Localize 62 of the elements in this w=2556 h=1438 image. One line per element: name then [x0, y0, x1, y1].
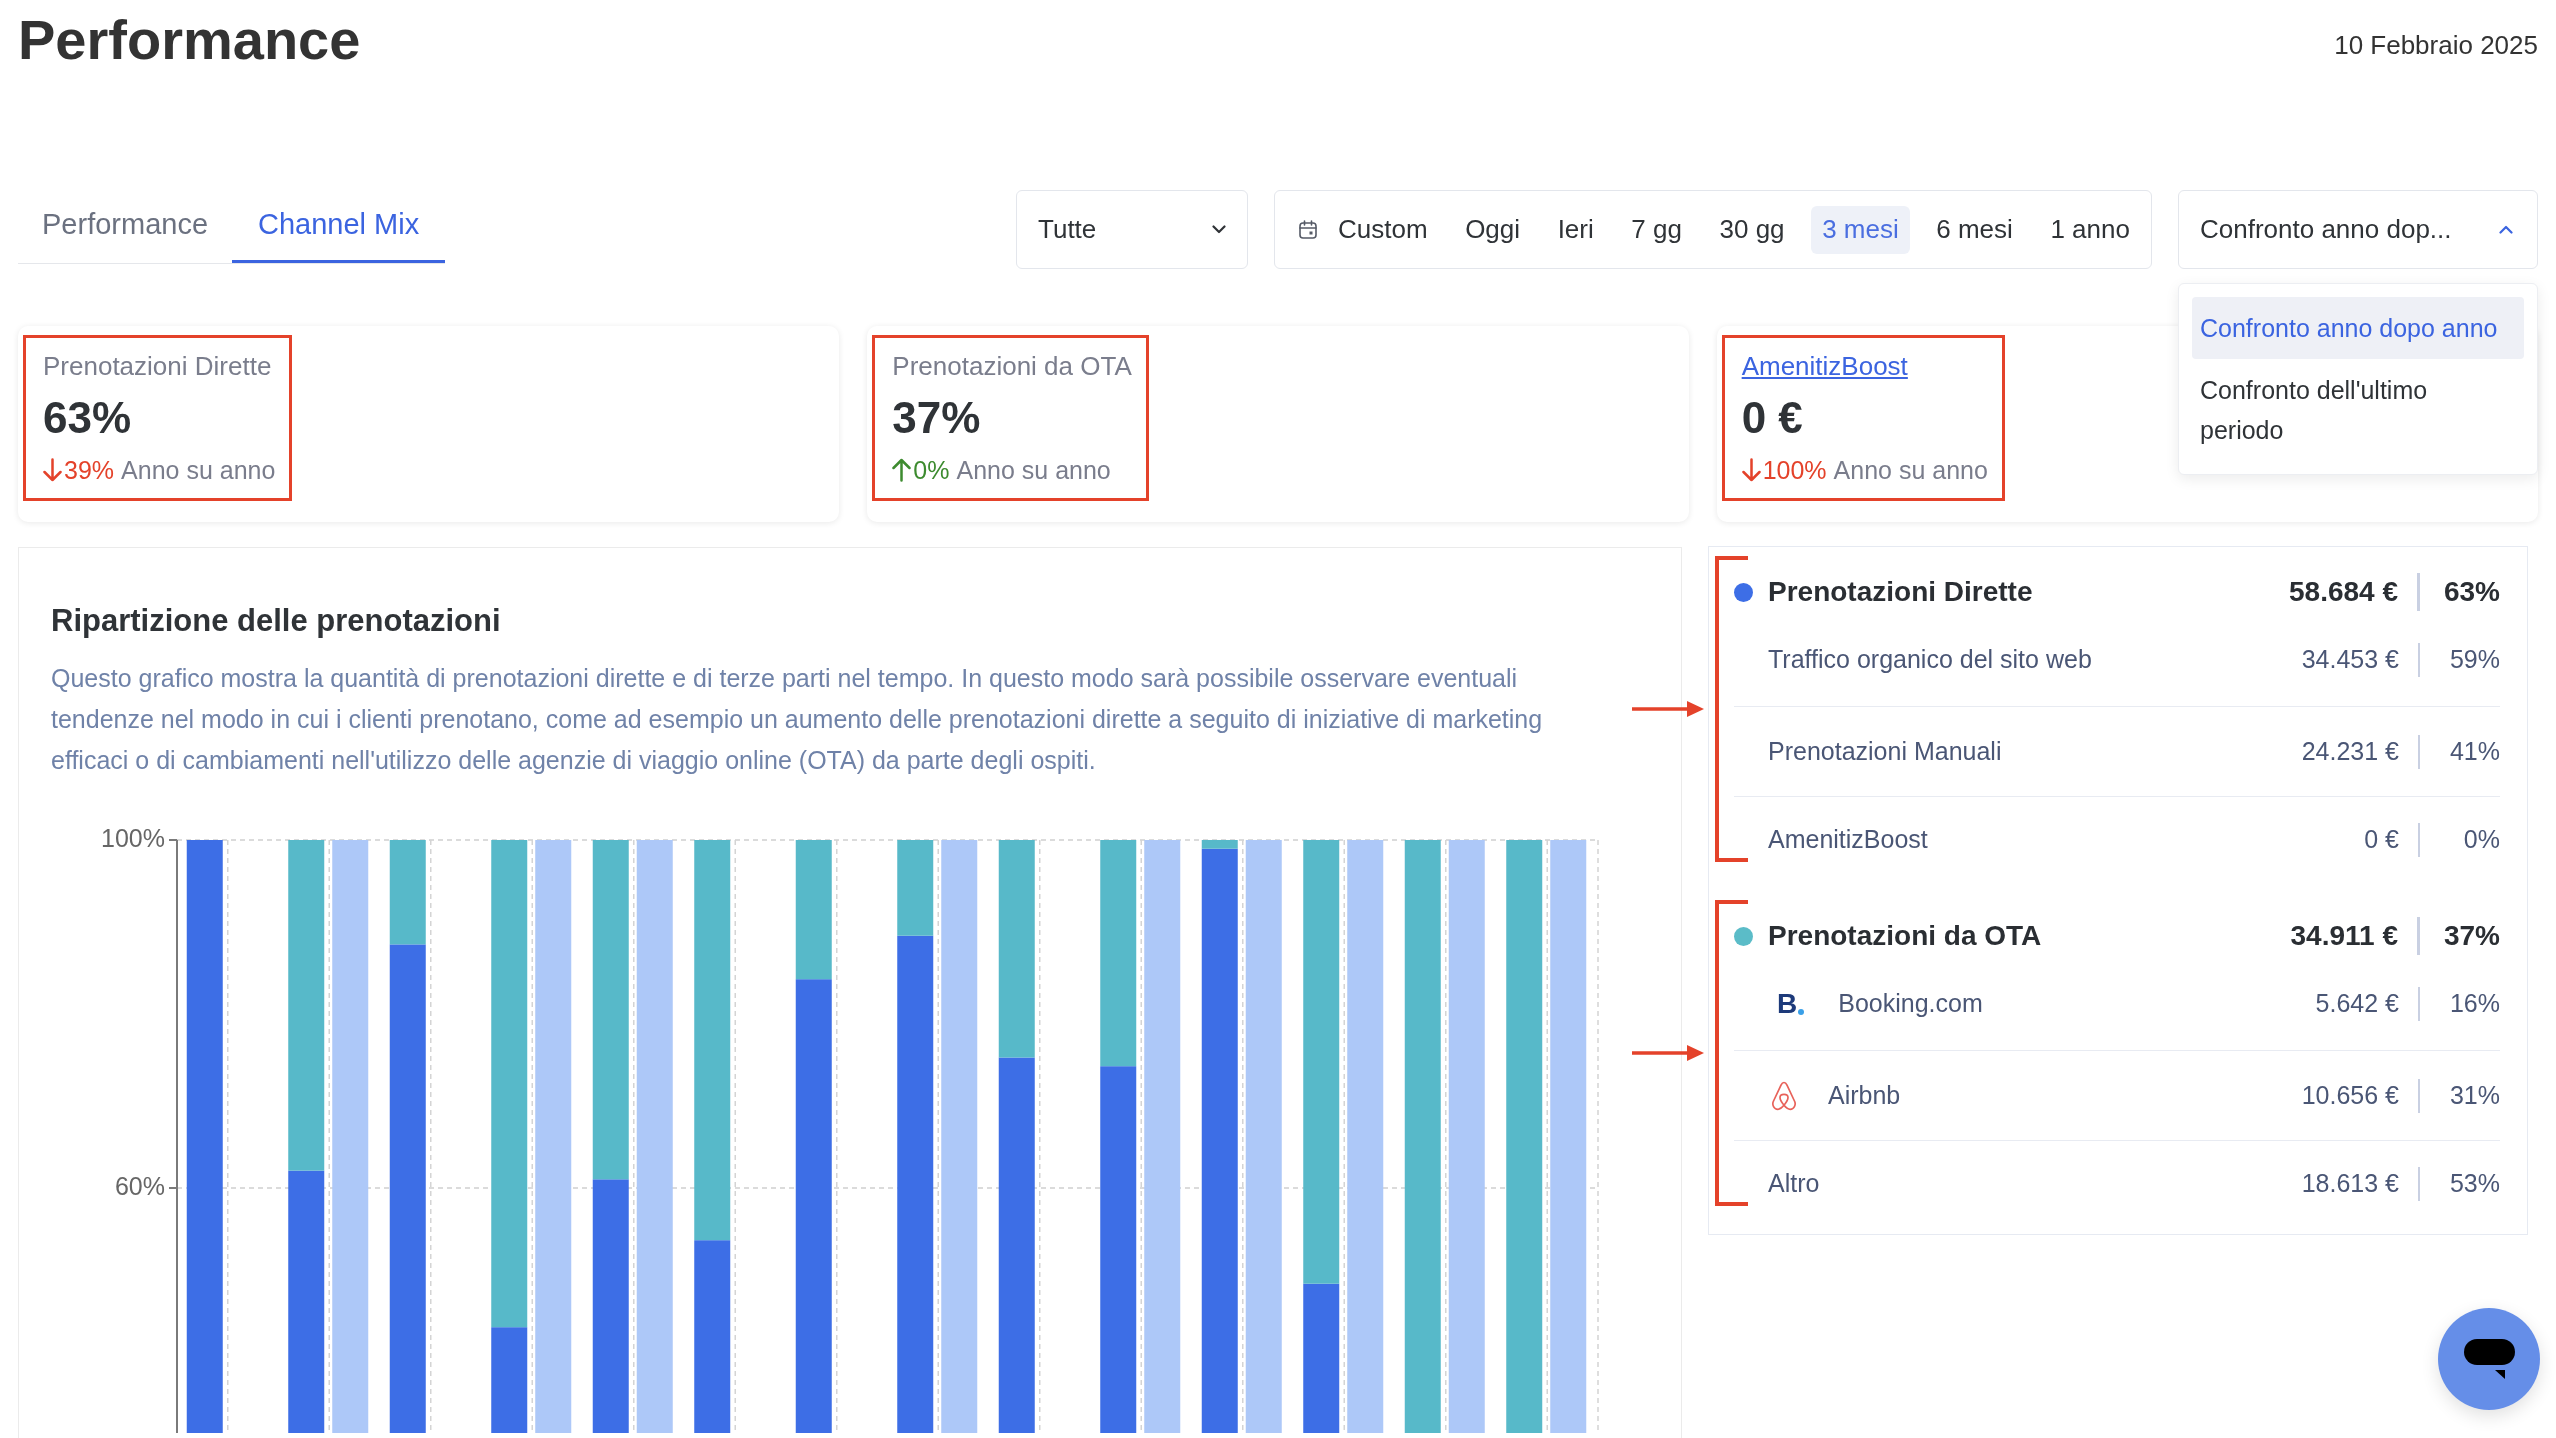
kpi-value: 63% — [43, 392, 133, 444]
pointer-arrow — [1632, 1043, 1704, 1063]
kpi-change: 100% — [1762, 455, 1827, 486]
channel-amount: 24.231 € — [2301, 735, 2399, 767]
chart-description: Questo grafico mostra la quantità di prenotazioni dirette e di terze parti nel tempo. In questo modo sarà possibile osservare eventuali tendenze nel modo in cui i clienti prenotano, come ad esempio un aumento delle prenotazioni dirette a seguito di iniziative di marketing efficaci o di cambiamenti nell'utilizzo delle agenzie di viaggio online (OTA) da parte degli ospiti. — [51, 663, 1544, 776]
comparison-select[interactable]: Confronto anno dop... — [2178, 190, 2538, 269]
channel-label: Prenotazioni Manuali — [1768, 735, 2002, 767]
chart-title: Ripartizione delle prenotazioni — [51, 602, 502, 640]
date-preset[interactable]: Ieri — [1546, 205, 1605, 254]
page-title: Performance — [18, 8, 361, 72]
channel-label: AmenitizBoost — [1768, 823, 1928, 855]
group-title: Prenotazioni da OTA — [1768, 919, 2042, 953]
channel-share: 31% — [2448, 1079, 2500, 1111]
channel-label: Traffico organico del sito web — [1768, 644, 2092, 676]
axis-tick-label: 100% — [101, 825, 165, 852]
chat-bubble-icon — [2463, 1339, 2515, 1379]
calendar-icon — [1299, 220, 1317, 239]
date-preset[interactable]: 7 gg — [1620, 205, 1693, 254]
group-amount: 58.684 € — [2289, 575, 2398, 609]
report-date: 10 Febbraio 2025 — [2334, 30, 2538, 60]
channel-share: 59% — [2448, 644, 2500, 676]
date-preset[interactable]: Oggi — [1454, 205, 1532, 254]
kpi-label: Prenotazioni da OTA — [892, 350, 1132, 382]
kpi-change: 39% — [64, 455, 115, 486]
airbnb-logo-icon — [1770, 1080, 1798, 1111]
date-preset[interactable]: 1 anno — [2039, 205, 2141, 254]
kpi-value: 0 € — [1741, 392, 1804, 444]
channel-share: 53% — [2448, 1167, 2500, 1199]
kpi-change: 0% — [913, 455, 950, 486]
menu-option[interactable]: Confronto dell'ultimo periodo — [2192, 359, 2524, 461]
group-amount: 34.911 € — [2290, 919, 2398, 953]
channel-amount: 10.656 € — [2301, 1079, 2399, 1111]
kpi-caption: Anno su anno — [1833, 455, 1988, 486]
channel-amount: 5.642 € — [2315, 988, 2399, 1020]
tab[interactable]: Performance — [18, 190, 232, 263]
tab[interactable]: Channel Mix — [232, 190, 446, 263]
channel-label: Airbnb — [1828, 1079, 1901, 1111]
date-preset[interactable]: 30 gg — [1708, 205, 1796, 254]
date-preset[interactable]: Custom — [1327, 205, 1439, 254]
kpi-label: Prenotazioni Dirette — [43, 350, 273, 382]
channel-amount: 0 € — [2364, 823, 2399, 855]
group-share: 63% — [2442, 575, 2500, 609]
channel-select[interactable]: Tutte — [1016, 190, 1248, 269]
kpi-caption: Anno su anno — [956, 455, 1111, 486]
pointer-arrow — [1632, 699, 1704, 719]
channel-amount: 18.613 € — [2301, 1167, 2399, 1199]
channel-amount: 34.453 € — [2301, 644, 2399, 676]
kpi-link[interactable]: AmenitizBoost — [1741, 350, 1908, 382]
axis-tick-label: 60% — [114, 1171, 165, 1200]
booking-logo: B — [1777, 989, 1805, 1019]
kpi-value: 37% — [892, 392, 982, 444]
date-preset[interactable]: 3 mesi — [1811, 205, 1910, 254]
channel-share: 16% — [2448, 988, 2500, 1020]
group-title: Prenotazioni Dirette — [1768, 575, 2033, 609]
menu-option[interactable]: Confronto anno dopo anno — [2192, 297, 2524, 359]
date-preset[interactable]: 6 mesi — [1925, 205, 2024, 254]
group-share: 37% — [2442, 919, 2500, 953]
channel-share: 0% — [2462, 823, 2500, 855]
kpi-caption: Anno su anno — [121, 455, 276, 486]
channel-share: 41% — [2448, 735, 2500, 767]
channel-label: Altro — [1768, 1167, 1820, 1199]
channel-label: Booking.com — [1838, 988, 1983, 1020]
